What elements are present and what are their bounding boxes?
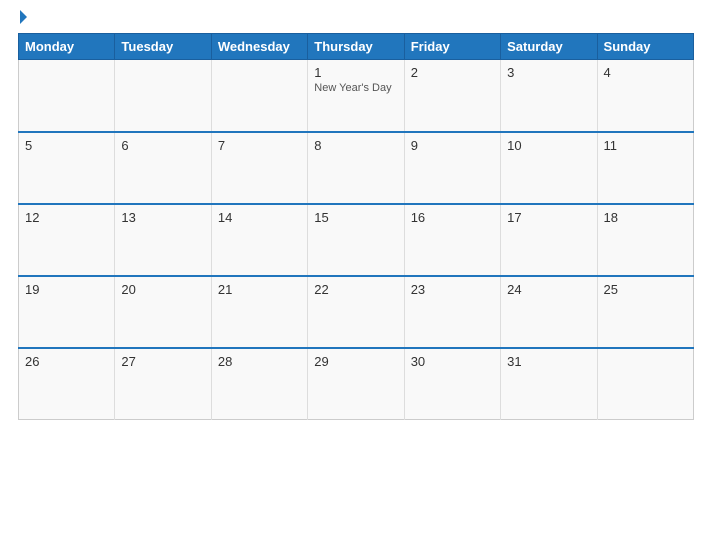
calendar-cell: 10 [501, 132, 597, 204]
days-header-row: MondayTuesdayWednesdayThursdayFridaySatu… [19, 34, 694, 60]
day-number: 9 [411, 138, 494, 153]
calendar-cell: 11 [597, 132, 693, 204]
day-header-tuesday: Tuesday [115, 34, 211, 60]
day-number: 16 [411, 210, 494, 225]
day-number: 12 [25, 210, 108, 225]
calendar-cell: 27 [115, 348, 211, 420]
calendar-week-row: 26 27 28 29 30 31 [19, 348, 694, 420]
calendar-cell: 14 [211, 204, 307, 276]
day-number: 27 [121, 354, 204, 369]
day-number: 7 [218, 138, 301, 153]
calendar-cell: 17 [501, 204, 597, 276]
day-number: 22 [314, 282, 397, 297]
day-number: 26 [25, 354, 108, 369]
calendar-cell: 24 [501, 276, 597, 348]
day-number: 1 [314, 65, 397, 80]
day-number: 8 [314, 138, 397, 153]
day-number: 28 [218, 354, 301, 369]
calendar-cell: 26 [19, 348, 115, 420]
day-number: 24 [507, 282, 590, 297]
day-number: 17 [507, 210, 590, 225]
calendar-cell: 25 [597, 276, 693, 348]
calendar-cell: 5 [19, 132, 115, 204]
calendar-cell: 1 New Year's Day [308, 60, 404, 132]
logo [18, 10, 27, 25]
calendar-cell: 16 [404, 204, 500, 276]
day-number: 13 [121, 210, 204, 225]
calendar-cell: 19 [19, 276, 115, 348]
day-number: 5 [25, 138, 108, 153]
day-number: 6 [121, 138, 204, 153]
day-number: 29 [314, 354, 397, 369]
calendar-cell: 4 [597, 60, 693, 132]
calendar-cell [19, 60, 115, 132]
day-number: 31 [507, 354, 590, 369]
calendar-week-row: 12 13 14 15 16 17 18 [19, 204, 694, 276]
day-header-friday: Friday [404, 34, 500, 60]
calendar-cell [597, 348, 693, 420]
calendar-table: MondayTuesdayWednesdayThursdayFridaySatu… [18, 33, 694, 420]
calendar-cell: 15 [308, 204, 404, 276]
calendar-cell: 18 [597, 204, 693, 276]
calendar-week-row: 19 20 21 22 23 24 25 [19, 276, 694, 348]
day-number: 20 [121, 282, 204, 297]
calendar-container: MondayTuesdayWednesdayThursdayFridaySatu… [0, 0, 712, 550]
calendar-cell: 29 [308, 348, 404, 420]
calendar-cell: 23 [404, 276, 500, 348]
day-number: 19 [25, 282, 108, 297]
calendar-cell: 3 [501, 60, 597, 132]
calendar-cell: 21 [211, 276, 307, 348]
calendar-header [18, 10, 694, 25]
logo-triangle-icon [20, 10, 27, 24]
day-header-saturday: Saturday [501, 34, 597, 60]
calendar-cell: 12 [19, 204, 115, 276]
day-number: 23 [411, 282, 494, 297]
calendar-cell: 13 [115, 204, 211, 276]
calendar-cell [211, 60, 307, 132]
day-number: 14 [218, 210, 301, 225]
calendar-week-row: 1 New Year's Day 234 [19, 60, 694, 132]
calendar-cell: 28 [211, 348, 307, 420]
day-number: 3 [507, 65, 590, 80]
day-header-monday: Monday [19, 34, 115, 60]
day-header-wednesday: Wednesday [211, 34, 307, 60]
day-number: 21 [218, 282, 301, 297]
calendar-cell: 6 [115, 132, 211, 204]
day-number: 4 [604, 65, 687, 80]
calendar-cell: 9 [404, 132, 500, 204]
day-header-sunday: Sunday [597, 34, 693, 60]
calendar-cell [115, 60, 211, 132]
day-number: 15 [314, 210, 397, 225]
calendar-week-row: 56789 10 11 [19, 132, 694, 204]
day-number: 10 [507, 138, 590, 153]
day-number: 30 [411, 354, 494, 369]
calendar-cell: 20 [115, 276, 211, 348]
calendar-cell: 31 [501, 348, 597, 420]
calendar-cell: 2 [404, 60, 500, 132]
calendar-cell: 8 [308, 132, 404, 204]
day-number: 25 [604, 282, 687, 297]
calendar-cell: 22 [308, 276, 404, 348]
day-number: 11 [604, 138, 687, 153]
day-number: 18 [604, 210, 687, 225]
calendar-cell: 30 [404, 348, 500, 420]
calendar-cell: 7 [211, 132, 307, 204]
day-header-thursday: Thursday [308, 34, 404, 60]
holiday-label: New Year's Day [314, 82, 397, 94]
day-number: 2 [411, 65, 494, 80]
